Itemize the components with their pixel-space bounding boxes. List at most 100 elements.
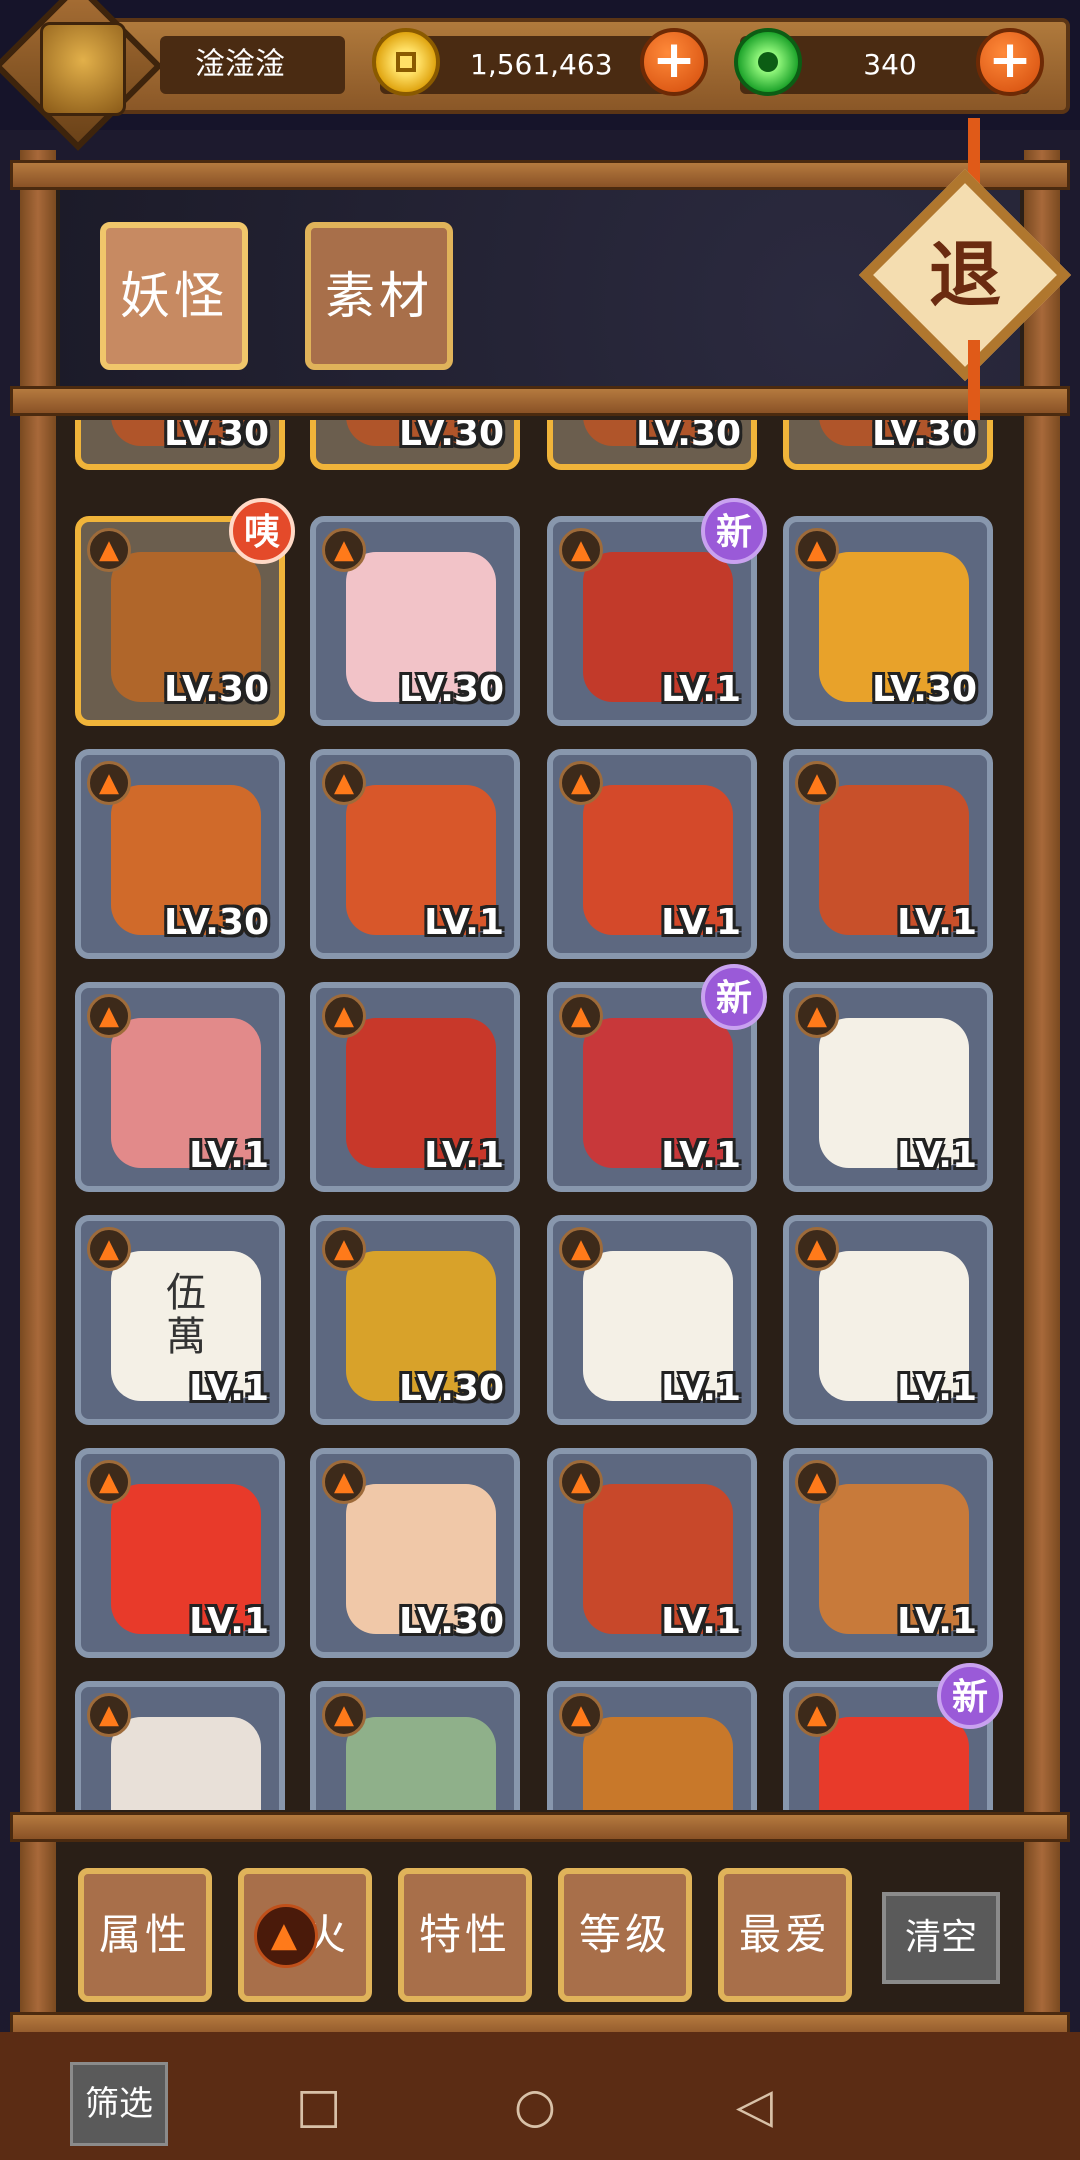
fire-icon: ▲: [322, 761, 366, 805]
monster-card[interactable]: ▲: [547, 1681, 757, 1810]
filter-attribute-button[interactable]: 属性: [78, 1868, 212, 2002]
frame-top-beam: [10, 160, 1070, 190]
fire-icon: ▲: [559, 1693, 603, 1737]
level-label: LV.1: [661, 902, 741, 943]
level-label: LV.1: [897, 1601, 977, 1642]
filter-level-button[interactable]: 等级: [558, 1868, 692, 2002]
monster-card[interactable]: ▲ LV.1: [547, 749, 757, 959]
level-label: LV.30: [164, 420, 269, 454]
level-label: LV.1: [661, 1135, 741, 1176]
monster-card[interactable]: ▲ LV.1: [547, 1448, 757, 1658]
gem-count: 340: [863, 48, 917, 81]
coin-count: 1,561,463: [470, 48, 613, 81]
monster-card[interactable]: ▲ LV.1: [783, 1215, 993, 1425]
level-label: LV.1: [189, 1601, 269, 1642]
add-gems-button[interactable]: +: [976, 28, 1044, 96]
level-label: LV.1: [189, 1135, 269, 1176]
fire-icon: ▲: [795, 528, 839, 572]
player-name: 淦淦淦: [195, 47, 285, 82]
level-label: LV.30: [872, 669, 977, 710]
fire-icon: ▲: [559, 528, 603, 572]
fire-icon: ▲: [87, 994, 131, 1038]
monster-card-partial[interactable]: LV.30: [783, 420, 993, 470]
monster-card[interactable]: ▲ LV.1: [547, 1215, 757, 1425]
gem-icon: [734, 28, 802, 96]
monster-art: [111, 1717, 261, 1810]
monster-card[interactable]: ▲ LV.30: [310, 1215, 520, 1425]
level-label: LV.1: [897, 1368, 977, 1409]
level-label: LV.30: [872, 420, 977, 454]
fire-icon: ▲: [795, 1693, 839, 1737]
level-label: LV.30: [164, 669, 269, 710]
tab-materials[interactable]: 素材: [305, 222, 453, 370]
clear-filter-button[interactable]: 清空: [882, 1892, 1000, 1984]
monster-card[interactable]: ▲ LV.1: [310, 749, 520, 959]
level-label: LV.1: [189, 1368, 269, 1409]
monster-card[interactable]: ▲ LV.1: [75, 982, 285, 1192]
home-icon[interactable]: ○: [514, 2078, 556, 2134]
monster-art: [346, 1717, 496, 1810]
alert-badge: 咦: [229, 498, 295, 564]
fire-icon: ▲: [795, 1227, 839, 1271]
fire-icon: ▲: [559, 1227, 603, 1271]
monster-card[interactable]: ▲ LV.30: [783, 516, 993, 726]
fire-icon: ▲: [795, 994, 839, 1038]
monster-art: [583, 1717, 733, 1810]
monster-card[interactable]: 伍萬 ▲ LV.1: [75, 1215, 285, 1425]
monster-card[interactable]: ▲ LV.1: [783, 1448, 993, 1658]
monster-card-partial[interactable]: LV.30: [75, 420, 285, 470]
fire-icon: ▲: [795, 1460, 839, 1504]
back-icon[interactable]: ◁: [736, 2078, 773, 2134]
frame-left: [20, 150, 56, 2050]
monster-card[interactable]: ▲ LV.1: [783, 982, 993, 1192]
level-label: LV.1: [661, 669, 741, 710]
monster-card[interactable]: ▲ LV.1: [75, 1448, 285, 1658]
filter-trait-button[interactable]: 特性: [398, 1868, 532, 2002]
monster-card[interactable]: ▲ LV.30: [310, 516, 520, 726]
tab-monsters[interactable]: 妖怪: [100, 222, 248, 370]
level-label: LV.1: [897, 902, 977, 943]
monster-card[interactable]: ▲ LV.30: [75, 749, 285, 959]
fire-icon: ▲: [87, 1460, 131, 1504]
fire-icon: ▲: [559, 994, 603, 1038]
level-label: LV.1: [661, 1601, 741, 1642]
fire-icon: ▲: [322, 994, 366, 1038]
monster-card[interactable]: ▲ LV.1: [310, 982, 520, 1192]
fire-icon: ▲: [87, 1693, 131, 1737]
level-label: LV.30: [399, 420, 504, 454]
monster-card[interactable]: ▲ LV.30: [310, 1448, 520, 1658]
monster-art: [819, 1717, 969, 1810]
frame-bottom-beam: [10, 1812, 1070, 1842]
fire-icon: ▲: [559, 761, 603, 805]
coin-icon: [372, 28, 440, 96]
fire-icon: ▲: [559, 1460, 603, 1504]
frame-middle-beam: [10, 386, 1070, 416]
filter-fire-button[interactable]: ▲ 火: [238, 1868, 372, 2002]
monster-card[interactable]: ▲: [75, 1681, 285, 1810]
monster-card[interactable]: ▲ LV.1: [783, 749, 993, 959]
level-label: LV.1: [897, 1135, 977, 1176]
new-badge: 新: [701, 498, 767, 564]
fire-icon: ▲: [87, 761, 131, 805]
fire-icon: ▲: [322, 1227, 366, 1271]
screen-filter-button[interactable]: 筛选: [70, 2062, 168, 2146]
filter-favorite-button[interactable]: 最爱: [718, 1868, 852, 2002]
new-badge: 新: [701, 964, 767, 1030]
avatar-icon: [40, 22, 126, 116]
level-label: LV.30: [399, 1368, 504, 1409]
monster-card-partial[interactable]: LV.30: [547, 420, 757, 470]
fire-icon: ▲: [322, 528, 366, 572]
level-label: LV.30: [636, 420, 741, 454]
monster-card[interactable]: ▲: [310, 1681, 520, 1810]
level-label: LV.1: [661, 1368, 741, 1409]
monster-card-partial[interactable]: LV.30: [310, 420, 520, 470]
tile-text: 伍萬: [166, 1270, 206, 1360]
fire-icon: ▲: [87, 528, 131, 572]
recents-icon[interactable]: □: [296, 2078, 341, 2134]
frame-right: [1024, 150, 1060, 2050]
fire-icon: ▲: [254, 1904, 318, 1968]
new-badge: 新: [937, 1663, 1003, 1729]
top-resource-bar: 淦淦淦 1,561,463 + 340 +: [0, 0, 1080, 151]
level-label: LV.1: [424, 1135, 504, 1176]
add-coins-button[interactable]: +: [640, 28, 708, 96]
